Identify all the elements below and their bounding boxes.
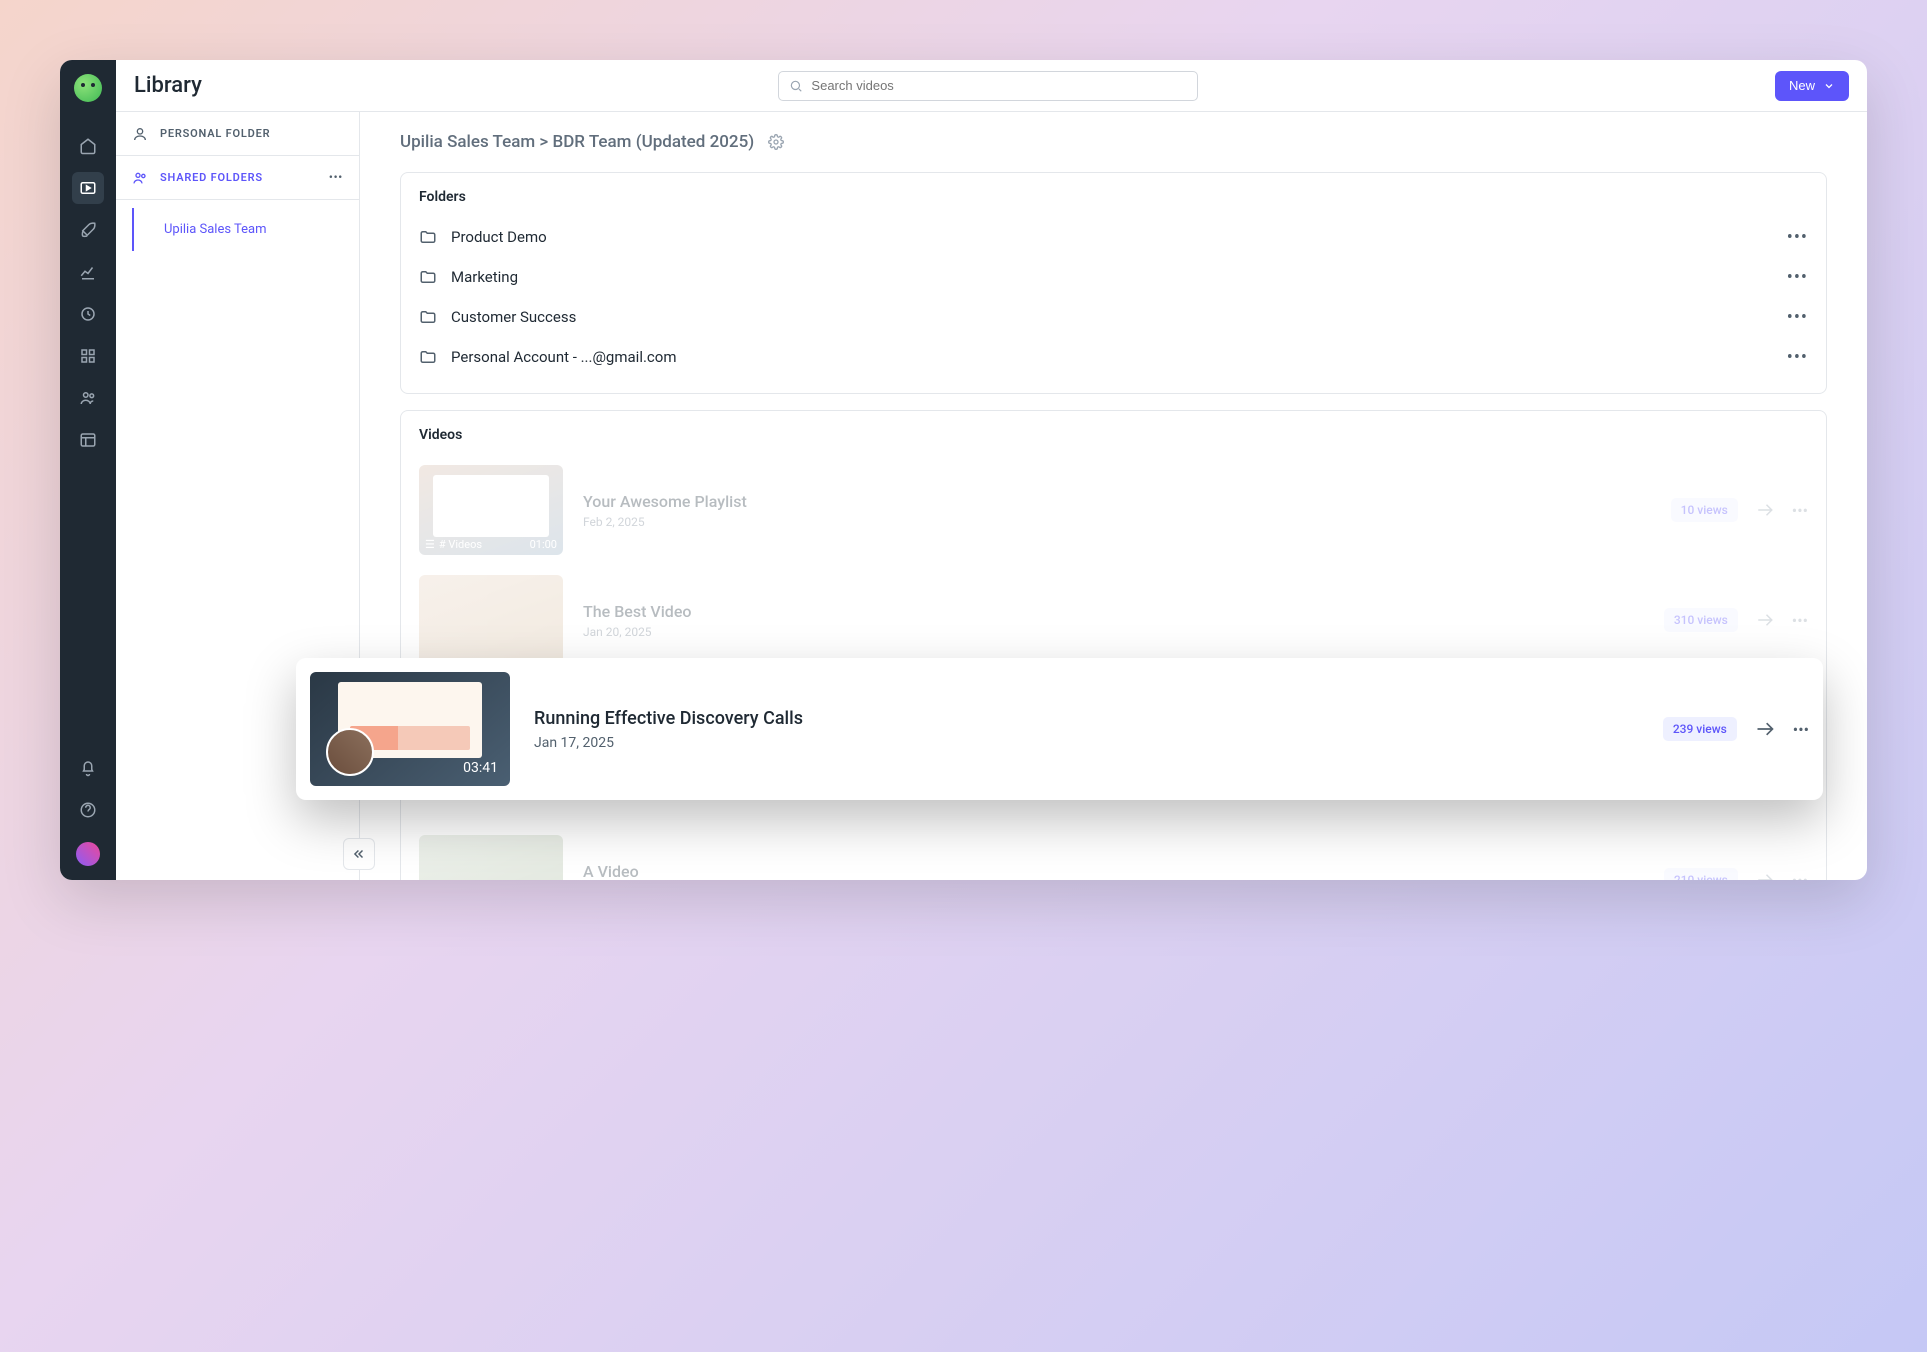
- featured-title: Running Effective Discovery Calls: [534, 708, 1639, 729]
- folder-more-button[interactable]: •••: [1787, 227, 1808, 248]
- search-icon: [789, 79, 803, 93]
- nav-home[interactable]: [72, 130, 104, 162]
- nav-analytics[interactable]: [72, 256, 104, 288]
- sidebar-item-team[interactable]: Upilia Sales Team: [132, 208, 359, 251]
- share-icon[interactable]: [1755, 719, 1775, 739]
- user-icon: [132, 126, 148, 142]
- shared-icon: [132, 170, 148, 186]
- nav-launch[interactable]: [72, 214, 104, 246]
- folder-row[interactable]: Personal Account - ...@gmail.com •••: [419, 337, 1808, 377]
- help-icon: [79, 801, 97, 819]
- home-icon: [79, 137, 97, 155]
- folders-card: Folders Product Demo ••• Marketing ••• C…: [400, 172, 1827, 394]
- chevron-down-icon: [1823, 80, 1835, 92]
- video-title: Your Awesome Playlist: [583, 492, 1651, 511]
- video-duration: 01:00: [530, 538, 557, 551]
- nav-library[interactable]: [72, 172, 104, 204]
- gear-icon[interactable]: [768, 134, 784, 150]
- video-thumbnail: ☰ # Videos 01:00: [419, 465, 563, 555]
- folder-more-button[interactable]: •••: [1787, 347, 1808, 368]
- views-badge: 210 views: [1664, 868, 1738, 880]
- nav-apps[interactable]: [72, 340, 104, 372]
- topbar: Library New: [116, 60, 1867, 112]
- more-icon[interactable]: •••: [1792, 501, 1808, 520]
- video-row[interactable]: 03:00 A Video Jan 17, 2025 210 views •••: [419, 825, 1808, 880]
- featured-duration: 03:41: [463, 760, 498, 776]
- folder-icon: [419, 228, 437, 246]
- playlist-badge: ☰ # Videos: [425, 538, 482, 551]
- app-logo-icon: [74, 74, 102, 102]
- share-icon[interactable]: [1756, 501, 1774, 519]
- folder-row[interactable]: Product Demo •••: [419, 217, 1808, 257]
- presenter-avatar: [326, 728, 374, 776]
- target-icon: [79, 305, 97, 323]
- nav-help[interactable]: [72, 794, 104, 826]
- layout-icon: [79, 431, 97, 449]
- folder-icon: [419, 348, 437, 366]
- folder-name: Marketing: [451, 268, 518, 286]
- page-title: Library: [134, 73, 202, 98]
- breadcrumb-text[interactable]: Upilia Sales Team > BDR Team (Updated 20…: [400, 132, 754, 152]
- bell-icon: [79, 759, 97, 777]
- rocket-icon: [79, 221, 97, 239]
- app-window: Library New PERSONAL FOLDER: [60, 60, 1867, 880]
- folder-icon: [419, 308, 437, 326]
- analytics-icon: [79, 263, 97, 281]
- sidebar-shared-more[interactable]: •••: [329, 171, 343, 184]
- views-badge: 10 views: [1671, 498, 1738, 522]
- video-row[interactable]: ☰ # Videos 01:00 Your Awesome Playlist F…: [419, 455, 1808, 565]
- nav-rail: [60, 60, 116, 880]
- search-input-wrap[interactable]: [778, 71, 1198, 101]
- video-thumbnail: 03:00: [419, 835, 563, 880]
- featured-views-badge: 239 views: [1663, 717, 1737, 741]
- folder-name: Product Demo: [451, 228, 547, 246]
- apps-icon: [79, 347, 97, 365]
- video-date: Feb 2, 2025: [583, 515, 1651, 529]
- video-thumbnail: [419, 575, 563, 665]
- folder-more-button[interactable]: •••: [1787, 267, 1808, 288]
- sidebar-shared-folders[interactable]: SHARED FOLDERS •••: [116, 156, 359, 200]
- sidebar-shared-label: SHARED FOLDERS: [160, 171, 263, 184]
- sidebar-personal-label: PERSONAL FOLDER: [160, 127, 270, 140]
- folder-name: Customer Success: [451, 308, 576, 326]
- nav-layout[interactable]: [72, 424, 104, 456]
- nav-team[interactable]: [72, 382, 104, 414]
- search-input[interactable]: [811, 78, 1187, 93]
- featured-date: Jan 17, 2025: [534, 735, 1639, 751]
- folder-row[interactable]: Customer Success •••: [419, 297, 1808, 337]
- user-avatar[interactable]: [76, 842, 100, 866]
- featured-thumbnail: 03:41: [310, 672, 510, 786]
- more-icon[interactable]: •••: [1793, 720, 1809, 739]
- people-icon: [79, 389, 97, 407]
- featured-video-card[interactable]: 03:41 Running Effective Discovery Calls …: [296, 658, 1823, 800]
- folder-more-button[interactable]: •••: [1787, 307, 1808, 328]
- folder-row[interactable]: Marketing •••: [419, 257, 1808, 297]
- video-title: A Video: [583, 862, 1644, 881]
- video-date: Jan 20, 2025: [583, 625, 1644, 639]
- views-badge: 310 views: [1664, 608, 1738, 632]
- folder-name: Personal Account - ...@gmail.com: [451, 348, 676, 366]
- new-button-label: New: [1789, 78, 1815, 93]
- folders-header: Folders: [419, 189, 1808, 205]
- folder-icon: [419, 268, 437, 286]
- nav-target[interactable]: [72, 298, 104, 330]
- more-icon[interactable]: •••: [1792, 611, 1808, 630]
- new-button[interactable]: New: [1775, 71, 1849, 101]
- nav-notifications[interactable]: [72, 752, 104, 784]
- videos-card: Videos ☰ # Videos 01:00 Your Awesome Pla…: [400, 410, 1827, 880]
- breadcrumb: Upilia Sales Team > BDR Team (Updated 20…: [400, 132, 1827, 152]
- more-icon[interactable]: •••: [1792, 871, 1808, 881]
- library-icon: [79, 179, 97, 197]
- video-title: The Best Video: [583, 602, 1644, 621]
- videos-header: Videos: [419, 427, 1808, 443]
- share-icon[interactable]: [1756, 611, 1774, 629]
- sidebar-personal-folder[interactable]: PERSONAL FOLDER: [116, 112, 359, 156]
- share-icon[interactable]: [1756, 871, 1774, 880]
